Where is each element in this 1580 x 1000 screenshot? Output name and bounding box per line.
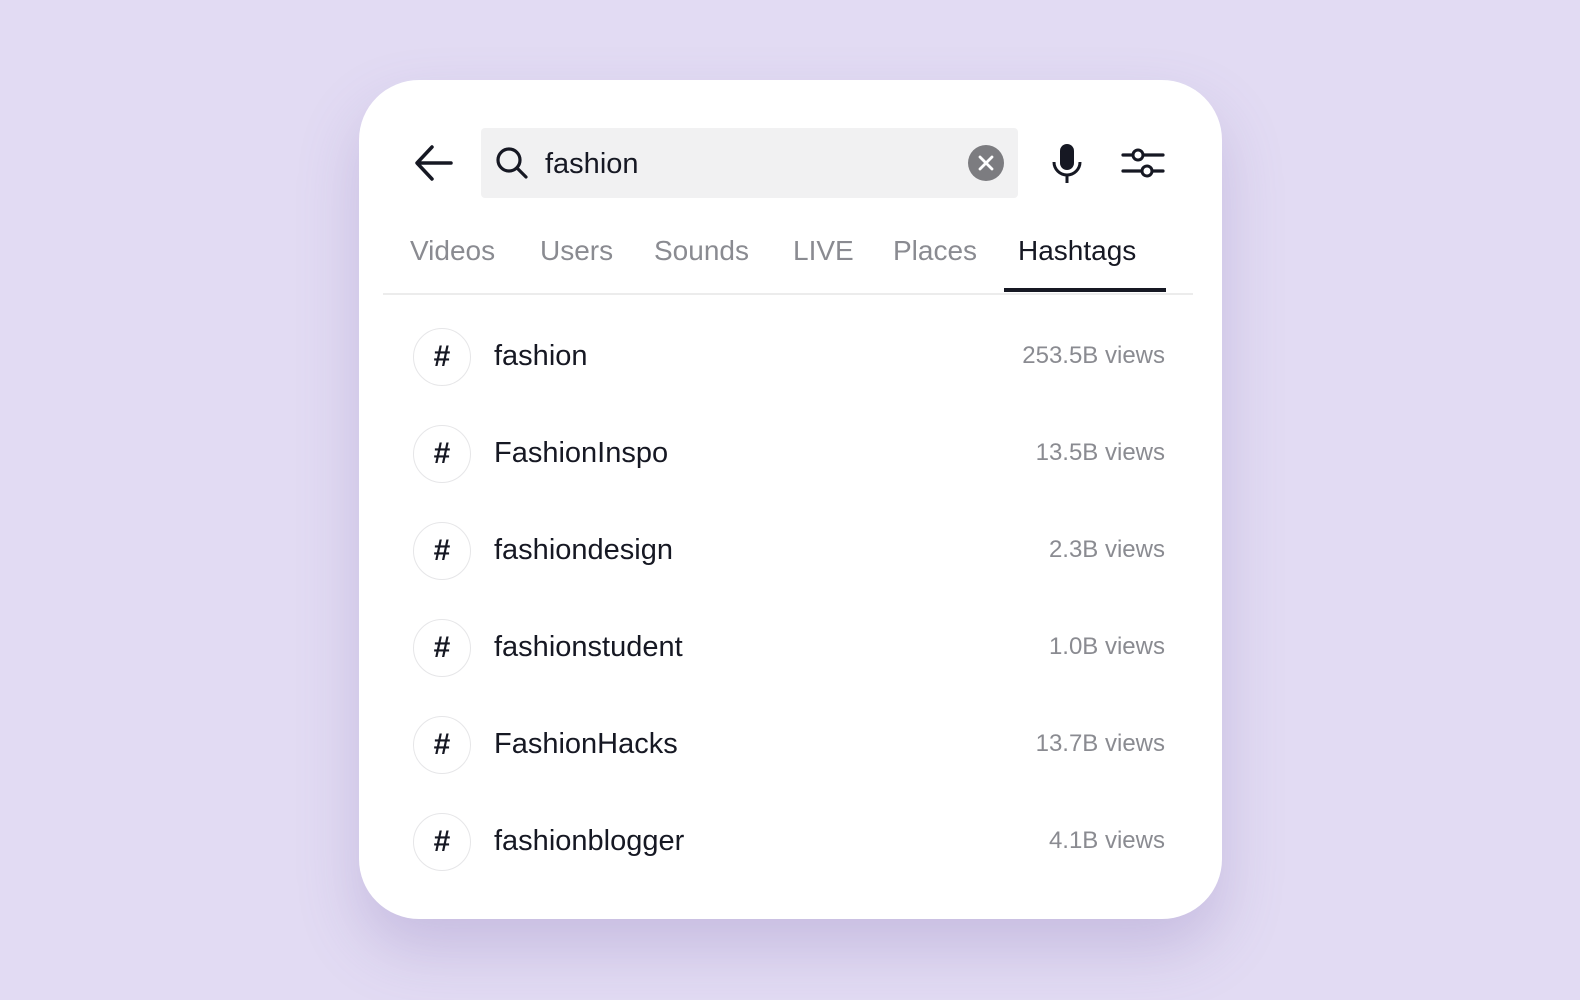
active-tab-indicator (1004, 288, 1166, 292)
hashtag-icon: # (413, 813, 471, 871)
hashtag-name: FashionHacks (494, 728, 678, 760)
hashtag-row[interactable]: # fashiondesign 2.3B views (413, 522, 1165, 582)
search-tabs: Videos Users Sounds LIVE Places Hashtags (383, 225, 1193, 295)
tab-videos[interactable]: Videos (410, 235, 495, 267)
hashtag-views: 13.5B views (1035, 439, 1165, 466)
clear-search-button[interactable] (968, 145, 1004, 181)
hashtag-icon: # (413, 425, 471, 483)
hashtag-name: fashion (494, 340, 588, 372)
tab-hashtags[interactable]: Hashtags (1018, 235, 1136, 267)
search-input[interactable] (543, 140, 947, 188)
hashtag-icon: # (413, 328, 471, 386)
hashtag-row[interactable]: # FashionInspo 13.5B views (413, 425, 1165, 485)
search-panel: Videos Users Sounds LIVE Places Hashtags… (359, 80, 1222, 919)
hashtag-name: FashionInspo (494, 437, 669, 469)
hashtag-icon: # (413, 522, 471, 580)
hashtag-name: fashiondesign (494, 534, 673, 566)
hashtag-icon: # (413, 716, 471, 774)
tab-live[interactable]: LIVE (793, 235, 854, 267)
search-bar (481, 128, 1018, 198)
hashtag-row[interactable]: # FashionHacks 13.7B views (413, 716, 1165, 776)
hashtag-row[interactable]: # fashion 253.5B views (413, 328, 1165, 388)
microphone-icon[interactable] (1047, 142, 1087, 184)
hashtag-views: 253.5B views (1022, 342, 1165, 369)
tab-sounds[interactable]: Sounds (654, 235, 749, 267)
tab-places[interactable]: Places (893, 235, 977, 267)
hashtag-row[interactable]: # fashionstudent 1.0B views (413, 619, 1165, 679)
close-icon (978, 155, 994, 171)
hashtag-views: 4.1B views (1048, 827, 1165, 854)
hashtag-name: fashionstudent (494, 631, 683, 663)
hashtag-views: 2.3B views (1048, 536, 1165, 563)
hashtag-row[interactable]: # fashionblogger 4.1B views (413, 813, 1165, 873)
hashtag-views: 13.7B views (1035, 730, 1165, 757)
hashtag-name: fashionblogger (494, 825, 685, 857)
back-arrow-icon[interactable] (413, 142, 455, 184)
hashtag-views: 1.0B views (1048, 633, 1165, 660)
search-icon (496, 147, 528, 179)
filter-sliders-icon[interactable] (1121, 144, 1165, 182)
hashtag-icon: # (413, 619, 471, 677)
tab-users[interactable]: Users (540, 235, 613, 267)
